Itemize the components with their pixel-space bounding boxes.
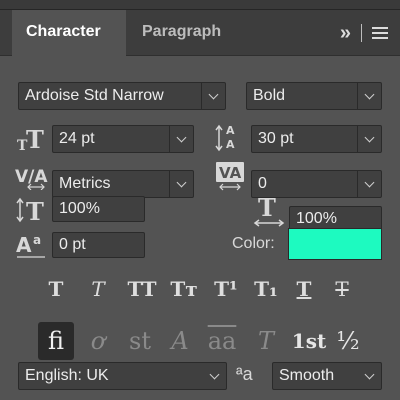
chevron-down-icon[interactable] — [169, 171, 193, 197]
font-family-dropdown[interactable]: Ardoise Std Narrow — [18, 82, 226, 110]
color-label: Color: — [232, 235, 275, 252]
svg-text:T: T — [26, 197, 44, 224]
tracking-dropdown[interactable]: 0 — [251, 170, 382, 198]
tab-actions: » — [340, 22, 388, 44]
svg-text:a: a — [33, 233, 41, 247]
svg-text:T: T — [258, 196, 276, 222]
top-panel-edge-inner — [0, 0, 400, 10]
color-swatch[interactable] — [288, 228, 382, 260]
all-caps-icon[interactable]: TT — [122, 275, 162, 303]
expand-icon[interactable]: » — [340, 22, 351, 45]
baseline-shift-icon: A a — [16, 233, 45, 258]
svg-text:A: A — [226, 138, 235, 151]
fractions-icon[interactable]: ½ — [330, 322, 366, 360]
horizontal-scale-icon: T — [253, 196, 285, 227]
language-value: English: UK — [25, 367, 109, 384]
font-style-value: Bold — [253, 87, 286, 104]
kerning-value: Metrics — [59, 175, 111, 192]
chevron-down-icon[interactable] — [357, 126, 381, 152]
chevron-down-icon[interactable] — [201, 83, 225, 109]
antialiasing-value: Smooth — [279, 367, 335, 384]
panel-tab-bar: Character Paragraph » — [0, 10, 400, 56]
language-dropdown[interactable]: English: UK — [18, 362, 227, 390]
superscript-icon[interactable]: T¹ — [208, 275, 244, 303]
leading-dropdown[interactable]: 30 pt — [251, 125, 382, 153]
baseline-shift-input[interactable]: 0 pt — [52, 232, 145, 258]
hamburger-menu-icon[interactable] — [372, 27, 388, 39]
small-caps-icon[interactable]: Tт — [166, 275, 202, 303]
antialiasing-dropdown[interactable]: Smooth — [272, 362, 382, 390]
svg-text:T: T — [26, 125, 44, 152]
standard-ligatures-icon[interactable]: fi — [38, 322, 74, 360]
chevron-down-icon[interactable] — [357, 363, 381, 389]
antialiasing-icon: ªa — [236, 364, 253, 384]
leading-value: 30 pt — [258, 130, 294, 147]
tab-actions-divider — [361, 24, 362, 42]
subscript-icon[interactable]: T₁ — [248, 275, 284, 303]
chevron-down-icon[interactable] — [357, 171, 381, 197]
font-family-value: Ardoise Std Narrow — [25, 87, 164, 104]
underline-icon[interactable]: T — [288, 275, 320, 303]
chevron-down-icon[interactable] — [202, 363, 226, 389]
svg-text:A: A — [16, 233, 32, 257]
svg-text:V/A: V/A — [15, 167, 48, 187]
type-style-buttons: T T TT Tт T¹ T₁ T T — [40, 275, 370, 303]
titling-alternates-icon[interactable]: T — [248, 322, 284, 360]
tracking-value: 0 — [258, 175, 267, 192]
faux-italic-icon[interactable]: T — [82, 275, 114, 303]
chevron-down-icon[interactable] — [169, 126, 193, 152]
tracking-icon: VA — [216, 162, 244, 191]
leading-icon: A A — [215, 124, 235, 152]
svg-text:VA: VA — [219, 164, 242, 182]
tab-paragraph[interactable]: Paragraph — [128, 10, 235, 56]
discretionary-ligatures-icon[interactable]: st — [122, 322, 158, 360]
opentype-buttons: fi ơ st A aa T 1st ½ — [38, 322, 368, 362]
tab-character[interactable]: Character — [12, 10, 126, 56]
strikethrough-icon[interactable]: T — [326, 275, 358, 303]
svg-text:A: A — [226, 124, 235, 137]
kerning-icon: V/A — [15, 167, 48, 190]
vertical-scale-icon: T — [16, 197, 44, 224]
vertical-scale-input[interactable]: 100% — [52, 196, 145, 222]
character-panel: Character Paragraph » Ardoise Std Narrow… — [0, 10, 400, 400]
faux-bold-icon[interactable]: T — [40, 275, 72, 303]
contextual-alternates-icon[interactable]: ơ — [80, 322, 116, 360]
ordinals-icon[interactable]: 1st — [288, 322, 330, 360]
top-panel-edge — [0, 0, 400, 10]
stylistic-alternates-icon[interactable]: aa — [202, 322, 242, 360]
font-size-value: 24 pt — [59, 130, 95, 147]
kerning-dropdown[interactable]: Metrics — [52, 170, 194, 198]
font-style-dropdown[interactable]: Bold — [246, 82, 382, 110]
swash-icon[interactable]: A — [162, 322, 198, 360]
font-size-dropdown[interactable]: 24 pt — [52, 125, 194, 153]
chevron-down-icon[interactable] — [357, 83, 381, 109]
font-size-icon: T T — [17, 125, 44, 152]
